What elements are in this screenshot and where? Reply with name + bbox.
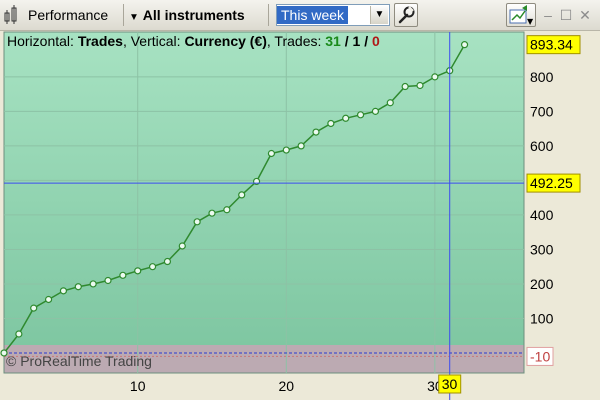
settings-wrench-button[interactable] <box>394 3 418 27</box>
instruments-label: All instruments <box>142 7 245 23</box>
y-tick-label: 400 <box>530 207 554 223</box>
data-point <box>208 209 216 217</box>
vertical-label: , Vertical: <box>122 33 181 49</box>
toolbar: Performance ▼ All instruments This week … <box>0 0 600 31</box>
data-point <box>193 218 201 226</box>
chart-info-line: Horizontal: Trades, Vertical: Currency (… <box>7 32 380 50</box>
last-value-label: 893.34 <box>530 37 573 53</box>
data-point <box>119 271 127 279</box>
svg-text:▼: ▼ <box>527 17 534 26</box>
data-point <box>74 283 82 291</box>
copyright-text: © ProRealTime Trading <box>6 353 152 369</box>
period-select[interactable]: This week ▼ <box>276 4 390 26</box>
data-point <box>15 330 23 338</box>
profit-area <box>4 32 524 345</box>
period-select-value: This week <box>277 6 349 24</box>
data-point <box>342 114 350 122</box>
data-point <box>416 81 424 90</box>
data-point <box>297 142 305 150</box>
data-point <box>460 41 469 49</box>
data-point <box>89 280 97 288</box>
y-tick-label: 100 <box>530 310 554 326</box>
separator: / <box>340 33 353 49</box>
y-tick-label: 300 <box>530 241 554 257</box>
performance-chart[interactable]: 100200300400500600700800102030893.34492.… <box>0 30 600 400</box>
export-chart-button[interactable]: ▼ <box>506 3 536 27</box>
data-point <box>371 107 380 115</box>
data-point <box>163 257 172 266</box>
losing-trades-count: 0 <box>371 33 380 49</box>
chevron-down-icon[interactable]: ▼ <box>370 6 388 24</box>
horizontal-value: Trades <box>77 33 123 49</box>
chevron-down-icon: ▼ <box>129 12 139 23</box>
data-point <box>267 149 276 158</box>
winning-trades-count: 31 <box>325 33 341 49</box>
data-point <box>30 304 38 312</box>
window-title: Performance <box>28 7 109 23</box>
vertical-value: Currency (€) <box>184 33 267 49</box>
data-point <box>327 119 335 128</box>
chart-export-icon: ▼ <box>509 5 534 26</box>
data-point <box>312 128 320 136</box>
close-icon[interactable]: ✕ <box>577 7 593 23</box>
data-point <box>148 263 157 271</box>
data-point <box>386 99 394 107</box>
maximize-icon[interactable]: ☐ <box>558 7 574 23</box>
loss-axis-label: -10 <box>530 348 550 364</box>
y-tick-label: 200 <box>530 276 554 292</box>
data-point <box>401 82 409 91</box>
toolbar-separator <box>268 4 269 26</box>
trades-label: , Trades: <box>266 33 322 49</box>
chart-area: 100200300400500600700800102030893.34492.… <box>0 30 600 400</box>
data-point <box>104 276 112 285</box>
data-point <box>238 191 246 199</box>
data-point <box>431 73 439 81</box>
horizontal-label: Horizontal: <box>7 33 74 49</box>
data-point <box>356 111 365 119</box>
y-tick-label: 700 <box>530 103 554 119</box>
minimize-icon[interactable]: – <box>540 7 556 23</box>
toolbar-separator <box>123 4 124 26</box>
data-point <box>282 146 290 154</box>
data-point <box>44 295 53 304</box>
wrench-icon <box>398 6 415 24</box>
instruments-dropdown[interactable]: ▼ All instruments <box>129 3 245 27</box>
separator: / <box>360 33 372 49</box>
x-tick-label: 10 <box>130 378 146 394</box>
data-point <box>178 242 186 250</box>
data-point <box>134 267 142 275</box>
y-tick-label: 800 <box>530 69 554 85</box>
x-tick-label: 20 <box>278 378 294 394</box>
data-point <box>59 287 68 295</box>
crosshair-x-label: 30 <box>442 376 458 392</box>
crosshair-y-label: 492.25 <box>530 175 573 191</box>
performance-icon[interactable] <box>4 3 18 27</box>
y-tick-label: 600 <box>530 138 554 154</box>
data-point <box>223 206 231 214</box>
